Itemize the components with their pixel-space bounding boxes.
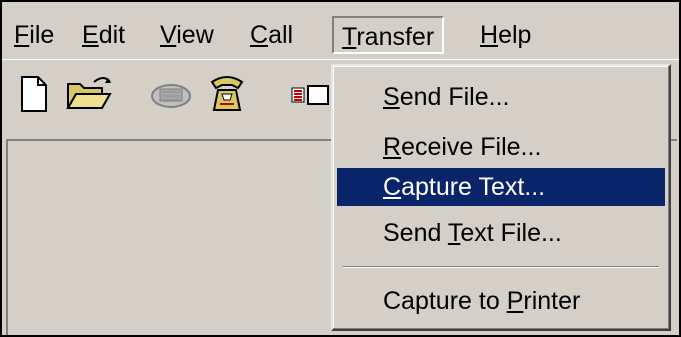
send-text-file-accel: T bbox=[447, 219, 461, 247]
capture-text-accel: C bbox=[383, 173, 402, 201]
menu-item-capture-text[interactable]: Capture Text... bbox=[337, 168, 665, 206]
receive-file-label: eceive File... bbox=[401, 133, 542, 161]
transfer-menu: Send File... Receive File... Capture Tex… bbox=[331, 64, 671, 331]
menu-help-label: elp bbox=[498, 21, 532, 49]
capture-text-label: apture Text... bbox=[401, 173, 546, 201]
menu-transfer-label: ransfer bbox=[356, 23, 435, 51]
menu-item-send-file[interactable]: Send File... bbox=[337, 78, 665, 116]
menu-file[interactable]: File bbox=[6, 16, 62, 54]
capture-to-printer-pre: Capture to bbox=[383, 287, 507, 315]
menu-view-accel: V bbox=[160, 21, 177, 49]
menu-call-accel: C bbox=[250, 21, 269, 49]
menu-separator bbox=[343, 266, 659, 268]
menu-item-send-text-file[interactable]: Send Text File... bbox=[337, 214, 665, 252]
receive-file-accel: R bbox=[383, 133, 402, 161]
menu-help[interactable]: Help bbox=[472, 16, 539, 54]
open-folder-icon bbox=[66, 77, 112, 109]
open-button[interactable] bbox=[64, 74, 118, 114]
menu-transfer-accel: T bbox=[342, 23, 357, 51]
menu-edit-accel: E bbox=[82, 21, 99, 49]
send-text-file-label: ext File... bbox=[460, 219, 562, 247]
menu-item-receive-file[interactable]: Receive File... bbox=[337, 128, 665, 166]
app-window: File Edit View Call Transfer Help Send F… bbox=[0, 0, 681, 337]
menu-item-capture-to-printer[interactable]: Capture to Printer bbox=[337, 282, 665, 320]
menu-bar: File Edit View Call Transfer Help bbox=[2, 2, 679, 59]
menu-edit-label: dit bbox=[98, 21, 126, 49]
menu-view-label: iew bbox=[176, 21, 214, 49]
capture-to-printer-accel: P bbox=[506, 287, 524, 315]
menu-edit[interactable]: Edit bbox=[74, 16, 133, 54]
properties-icon bbox=[291, 85, 329, 105]
phone-call-icon bbox=[210, 76, 244, 111]
menu-view[interactable]: View bbox=[152, 16, 222, 54]
menu-transfer[interactable]: Transfer bbox=[332, 16, 445, 54]
disconnect-icon bbox=[151, 84, 191, 108]
menu-file-accel: F bbox=[14, 21, 30, 49]
properties-button[interactable] bbox=[288, 74, 332, 114]
menu-call-label: all bbox=[268, 21, 294, 49]
menu-file-label: ile bbox=[29, 21, 55, 49]
send-text-file-pre: Send bbox=[383, 219, 448, 247]
menu-help-accel: H bbox=[480, 21, 499, 49]
capture-to-printer-label: rinter bbox=[523, 287, 581, 315]
send-file-label: end File... bbox=[399, 83, 510, 111]
new-document-icon bbox=[21, 76, 47, 112]
disconnect-button[interactable] bbox=[146, 74, 196, 114]
send-file-accel: S bbox=[383, 83, 400, 111]
new-button[interactable] bbox=[16, 74, 52, 114]
menu-call[interactable]: Call bbox=[242, 16, 301, 54]
call-button[interactable] bbox=[202, 74, 252, 114]
